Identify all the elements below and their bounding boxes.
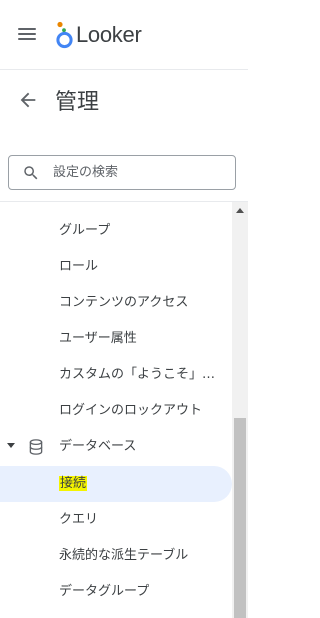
highlighted-text: 接続 xyxy=(59,476,88,491)
nav-scrollbar[interactable] xyxy=(232,202,248,618)
scrollbar-thumb[interactable] xyxy=(234,418,246,618)
expand-caret-icon[interactable] xyxy=(7,443,15,448)
settings-search[interactable] xyxy=(8,155,236,190)
nav-item-user-attributes[interactable]: ユーザー属性 xyxy=(0,321,232,357)
logo-text: Looker xyxy=(76,22,142,47)
main-menu-icon[interactable] xyxy=(18,26,38,42)
nav-item-login-lockout[interactable]: ログインのロックアウト xyxy=(0,393,232,429)
nav-item-label: 接続 xyxy=(59,466,88,502)
header-divider xyxy=(0,69,248,70)
search-input[interactable] xyxy=(53,156,228,189)
nav-section-label: データベース xyxy=(59,439,137,454)
nav-item-label: ロール xyxy=(59,259,99,274)
nav-section-database[interactable]: データベース xyxy=(0,429,232,465)
nav-item-label: クエリ xyxy=(59,512,99,527)
nav-item-persistent-derived-tables[interactable]: 永続的な派生テーブル xyxy=(0,538,232,574)
admin-app: Looker 管理 グループ ロール コンテンツのアクセス ユーザー属性 カスタ… xyxy=(0,0,248,618)
nav-item-label: ユーザー属性 xyxy=(59,331,137,346)
top-bar: Looker xyxy=(0,0,248,70)
nav-item-content-access[interactable]: コンテンツのアクセス xyxy=(0,285,232,321)
nav-item-roles[interactable]: ロール xyxy=(0,249,232,285)
back-arrow-icon[interactable] xyxy=(17,89,39,111)
nav-item-label: グループ xyxy=(59,223,111,238)
nav-item-connections[interactable]: 接続 xyxy=(0,466,232,502)
search-icon xyxy=(24,166,38,180)
nav-item-label: データグループ xyxy=(59,584,150,599)
nav-item-custom-welcome[interactable]: カスタムの「ようこそ」… xyxy=(0,357,232,393)
nav-item-groups[interactable]: グループ xyxy=(0,213,232,249)
looker-logo[interactable]: Looker xyxy=(55,20,142,50)
nav-item-label: 永続的な派生テーブル xyxy=(59,548,189,563)
scroll-up-arrow-icon[interactable] xyxy=(236,208,244,213)
nav-item-label: カスタムの「ようこそ」… xyxy=(59,367,216,382)
nav-item-datagroups[interactable]: データグループ xyxy=(0,574,232,610)
admin-nav-list: グループ ロール コンテンツのアクセス ユーザー属性 カスタムの「ようこそ」… … xyxy=(0,202,232,618)
nav-item-queries[interactable]: クエリ xyxy=(0,502,232,538)
nav-item-label: コンテンツのアクセス xyxy=(59,295,189,310)
page-title: 管理 xyxy=(55,90,100,115)
nav-item-label: ログインのロックアウト xyxy=(59,403,203,418)
looker-logo-icon xyxy=(56,21,73,49)
database-icon xyxy=(29,439,43,455)
